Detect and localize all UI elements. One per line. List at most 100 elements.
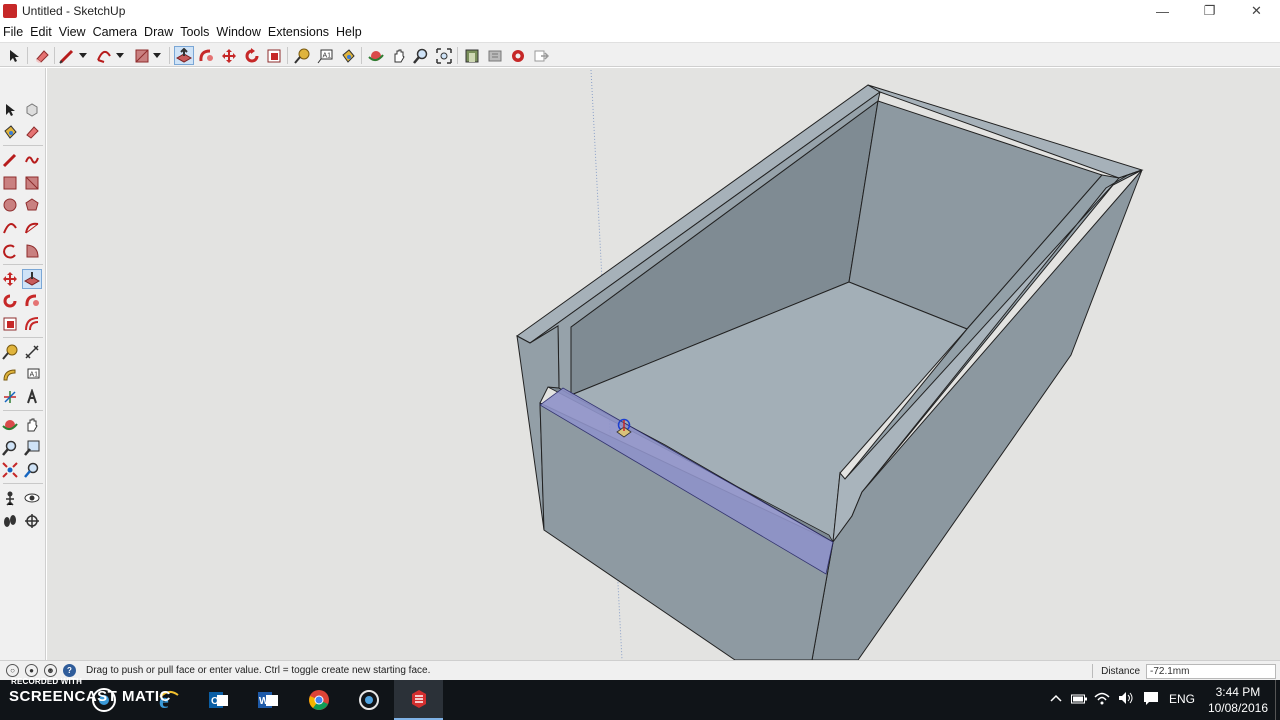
- cortana-icon[interactable]: [357, 680, 381, 720]
- move-tool-icon[interactable]: [219, 46, 239, 65]
- outlook-icon[interactable]: O: [208, 680, 228, 720]
- geo-location-icon[interactable]: ○: [6, 664, 19, 677]
- scale-tool-icon[interactable]: [264, 46, 284, 65]
- line-icon[interactable]: [0, 150, 20, 170]
- send-to-layout-icon[interactable]: [531, 46, 551, 65]
- zoom-icon[interactable]: [0, 438, 20, 458]
- menu-file[interactable]: File: [0, 25, 27, 39]
- menu-camera[interactable]: Camera: [90, 25, 141, 39]
- move-icon[interactable]: [0, 269, 20, 289]
- two-point-arc-icon[interactable]: [22, 218, 42, 238]
- menu-extensions[interactable]: Extensions: [265, 25, 333, 39]
- zoom-window-icon[interactable]: [22, 438, 42, 458]
- svg-text:O: O: [211, 696, 219, 707]
- shape-dropdown-icon[interactable]: [151, 46, 163, 65]
- input-language[interactable]: ENG: [1169, 692, 1195, 706]
- arc-dropdown-icon[interactable]: [114, 46, 126, 65]
- rectangle-tool-icon[interactable]: [132, 46, 152, 65]
- freehand-icon[interactable]: [22, 150, 42, 170]
- tape-measure-icon[interactable]: [0, 342, 20, 362]
- chrome-icon[interactable]: [307, 680, 331, 720]
- eraser-tool-icon[interactable]: [32, 46, 52, 65]
- previous-view-icon[interactable]: [22, 460, 42, 480]
- menu-view[interactable]: View: [56, 25, 90, 39]
- scale-icon[interactable]: [0, 314, 20, 334]
- pan-tool-icon[interactable]: [389, 46, 409, 65]
- orbit-tool-icon[interactable]: [366, 46, 386, 65]
- clock-date: 10/08/2016: [1207, 701, 1268, 715]
- action-center-icon[interactable]: [1143, 691, 1159, 709]
- paint-bucket-tool-icon[interactable]: [338, 46, 358, 65]
- zoom-tool-icon[interactable]: [411, 46, 431, 65]
- section-plane-icon[interactable]: [22, 511, 42, 531]
- text-icon[interactable]: A1: [22, 365, 42, 385]
- clock[interactable]: 3:44 PM 10/08/2016: [1208, 684, 1268, 716]
- model-canvas[interactable]: [47, 68, 1280, 660]
- position-camera-icon[interactable]: [0, 488, 20, 508]
- measurements-box: Distance: [1092, 663, 1276, 679]
- follow-me-tool-icon[interactable]: [196, 46, 216, 65]
- measurements-input[interactable]: [1146, 663, 1276, 679]
- rotate-icon[interactable]: [0, 291, 20, 311]
- protractor-icon[interactable]: [0, 365, 20, 385]
- select-icon[interactable]: [0, 100, 20, 120]
- look-around-icon[interactable]: [22, 488, 42, 508]
- eraser-icon[interactable]: [22, 122, 42, 142]
- dimension-icon[interactable]: [22, 342, 42, 362]
- sketchup-app-icon: [3, 4, 17, 18]
- extension-manager-icon[interactable]: [508, 46, 528, 65]
- restore-button[interactable]: ❐: [1186, 0, 1233, 22]
- svg-text:A1: A1: [30, 372, 39, 379]
- text-tool-icon[interactable]: A1: [315, 46, 335, 65]
- line-dropdown-icon[interactable]: [77, 46, 89, 65]
- zoom-extents-icon[interactable]: [0, 460, 20, 480]
- three-point-arc-icon[interactable]: [0, 241, 20, 261]
- pan-icon[interactable]: [22, 415, 42, 435]
- polygon-icon[interactable]: [22, 195, 42, 215]
- drawing-viewport[interactable]: [47, 68, 1280, 660]
- paint-bucket-icon[interactable]: [0, 122, 20, 142]
- recorder-watermark-name: SCREENCAST MATIC: [9, 688, 171, 705]
- pie-icon[interactable]: [22, 241, 42, 261]
- rotate-tool-icon[interactable]: [242, 46, 262, 65]
- tape-measure-tool-icon[interactable]: [292, 46, 312, 65]
- help-icon[interactable]: ?: [63, 664, 76, 677]
- push-pull-tool-icon[interactable]: [174, 46, 194, 65]
- extension-warehouse-icon[interactable]: [485, 46, 505, 65]
- arc-tool-icon[interactable]: [94, 46, 114, 65]
- large-tool-set: A1: [0, 68, 46, 660]
- word-icon[interactable]: W: [257, 680, 279, 720]
- zoom-extents-tool-icon[interactable]: [434, 46, 454, 65]
- line-tool-icon[interactable]: [57, 46, 77, 65]
- wifi-icon[interactable]: [1094, 691, 1110, 708]
- 3d-text-icon[interactable]: [22, 387, 42, 407]
- menu-window[interactable]: Window: [213, 25, 264, 39]
- arc-icon[interactable]: [0, 218, 20, 238]
- select-tool-icon[interactable]: [4, 46, 24, 65]
- user-icon[interactable]: ☻: [44, 664, 57, 677]
- menu-edit[interactable]: Edit: [27, 25, 56, 39]
- credits-icon[interactable]: ●: [25, 664, 38, 677]
- offset-icon[interactable]: [22, 314, 42, 334]
- minimize-button[interactable]: —: [1139, 0, 1186, 22]
- volume-icon[interactable]: [1118, 691, 1134, 708]
- warehouse-icon[interactable]: [462, 46, 482, 65]
- menu-help[interactable]: Help: [333, 25, 366, 39]
- menu-tools[interactable]: Tools: [177, 25, 213, 39]
- follow-me-icon[interactable]: [22, 291, 42, 311]
- orbit-icon[interactable]: [0, 415, 20, 435]
- rotated-rectangle-icon[interactable]: [22, 173, 42, 193]
- battery-icon[interactable]: [1071, 693, 1087, 708]
- axes-icon[interactable]: [0, 387, 20, 407]
- show-hidden-icons-icon[interactable]: [1050, 692, 1062, 706]
- sketchup-taskbar-button[interactable]: [394, 680, 443, 720]
- menu-draw[interactable]: Draw: [141, 25, 177, 39]
- push-pull-icon[interactable]: [22, 269, 42, 289]
- circle-icon[interactable]: [0, 195, 20, 215]
- walk-icon[interactable]: [0, 511, 20, 531]
- rectangle-icon[interactable]: [0, 173, 20, 193]
- close-button[interactable]: ✕: [1233, 0, 1280, 22]
- svg-text:A1: A1: [323, 52, 332, 59]
- make-component-icon[interactable]: [22, 100, 42, 120]
- show-desktop-button[interactable]: [1275, 680, 1280, 720]
